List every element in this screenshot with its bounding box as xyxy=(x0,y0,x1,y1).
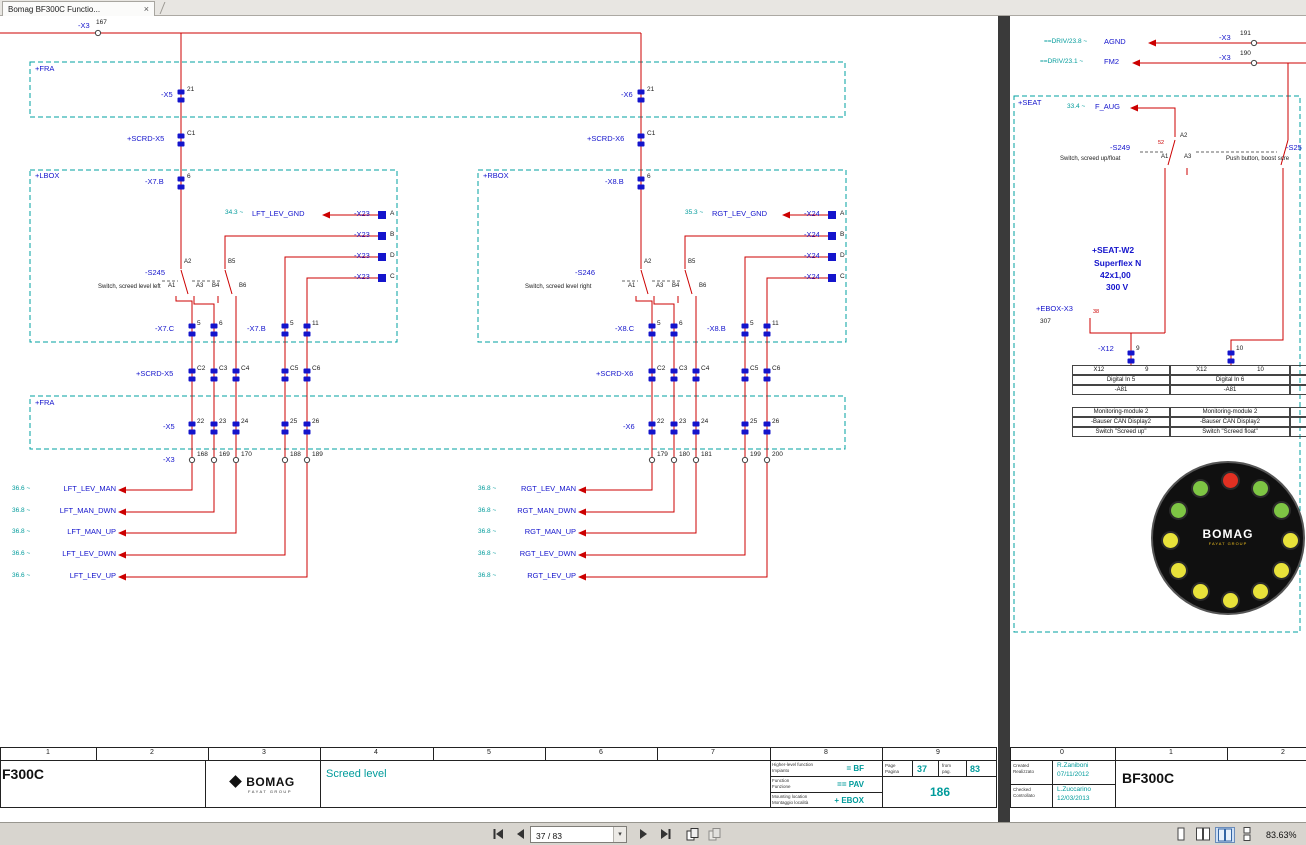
function-value: == PAV xyxy=(837,780,864,789)
last-page-icon xyxy=(658,827,672,841)
first-page-icon xyxy=(491,827,505,841)
next-page-button[interactable] xyxy=(634,826,652,843)
panel-button-red xyxy=(1223,473,1238,488)
page-number: 37 xyxy=(917,764,927,774)
zoom-level[interactable]: 83.63% xyxy=(1266,830,1297,840)
panel-button-yellow xyxy=(1253,584,1268,599)
bottom-toolbar: 37 / 83 ▾ 83.63% xyxy=(0,822,1306,845)
book-view-button[interactable] xyxy=(1215,827,1235,843)
sheet-title: Screed level xyxy=(326,768,387,780)
first-page-button[interactable] xyxy=(489,826,507,843)
panel-button-yellow xyxy=(1283,533,1298,548)
last-page-button[interactable] xyxy=(656,826,674,843)
drawing-number: 186 xyxy=(900,785,980,799)
pages-gap xyxy=(998,16,1010,822)
bomag-logo-text: BOMAG xyxy=(246,775,295,789)
bomag-diamond-icon xyxy=(229,775,242,788)
mounting-location-value: + EBOX xyxy=(834,796,864,805)
bomag-logo-subtext: FAYAT GROUP xyxy=(248,789,292,794)
document-tab[interactable]: Bomag BF300C Functio... × xyxy=(2,1,155,16)
titleblock-field: Higher-level functionImpianto = BF xyxy=(772,761,880,775)
created-by: R.Zaniboni xyxy=(1057,762,1088,769)
tab-title: Bomag BF300C Functio... xyxy=(8,5,140,14)
previous-page-icon xyxy=(513,827,527,841)
panel-button-yellow xyxy=(1163,533,1178,548)
left-page xyxy=(0,16,998,822)
right-page xyxy=(1010,16,1306,822)
tab-divider xyxy=(160,2,166,14)
panel-button-yellow xyxy=(1223,593,1238,608)
created-date: 07/11/2012 xyxy=(1057,771,1089,778)
checked-date: 12/03/2013 xyxy=(1057,795,1090,802)
panel-button-green xyxy=(1171,503,1186,518)
panel-button-green xyxy=(1253,481,1268,496)
continuous-view-button[interactable] xyxy=(1237,827,1257,843)
control-panel-image: BOMAG FAYAT GROUP xyxy=(1151,461,1305,615)
from-label: frompag. xyxy=(942,763,951,774)
panel-button-yellow xyxy=(1274,563,1289,578)
facing-pages-view-icon xyxy=(1194,827,1212,841)
tab-close-button[interactable]: × xyxy=(144,4,149,14)
page-number-value: 37 / 83 xyxy=(536,831,562,841)
next-page-icon xyxy=(636,827,650,841)
facing-pages-view-button[interactable] xyxy=(1193,827,1213,843)
paste-page-button[interactable] xyxy=(705,826,723,843)
copy-page-icon xyxy=(685,827,700,842)
paste-page-icon xyxy=(707,827,722,842)
panel-button-green xyxy=(1274,503,1289,518)
titleblock-field: Mounting locationMontaggio località + EB… xyxy=(772,793,880,807)
panel-button-yellow xyxy=(1171,563,1186,578)
single-page-view-icon xyxy=(1172,827,1190,841)
single-page-view-button[interactable] xyxy=(1171,827,1191,843)
checked-by: L.Zuccarino xyxy=(1057,786,1091,793)
panel-button-green xyxy=(1193,481,1208,496)
previous-page-button[interactable] xyxy=(511,826,529,843)
page-dropdown-arrow-icon[interactable]: ▾ xyxy=(613,827,626,842)
continuous-view-icon xyxy=(1238,827,1256,841)
book-view-icon xyxy=(1216,828,1234,842)
panel-button-yellow xyxy=(1193,584,1208,599)
checked-label: CheckedControllato xyxy=(1013,787,1035,798)
created-label: CreatedRealizzato xyxy=(1013,763,1034,774)
bomag-logo: BOMAG FAYAT GROUP xyxy=(208,762,318,806)
page-total: 83 xyxy=(970,764,980,774)
model-code: BF300C xyxy=(1122,770,1174,786)
page-number-box[interactable]: 37 / 83 ▾ xyxy=(530,826,627,843)
titleblock-field: FunctionFunzione == PAV xyxy=(772,777,880,791)
pdf-viewer-window: -X3167+FRA-X521-X621+SCRD-X5C1+SCRD-X6C1… xyxy=(0,0,1306,845)
page-label: PagePagina xyxy=(885,763,899,774)
copy-page-button[interactable] xyxy=(683,826,701,843)
tab-bar: Bomag BF300C Functio... × xyxy=(0,0,1306,16)
higher-level-function-value: = BF xyxy=(846,764,864,773)
doc-code-left: F300C xyxy=(2,766,44,782)
